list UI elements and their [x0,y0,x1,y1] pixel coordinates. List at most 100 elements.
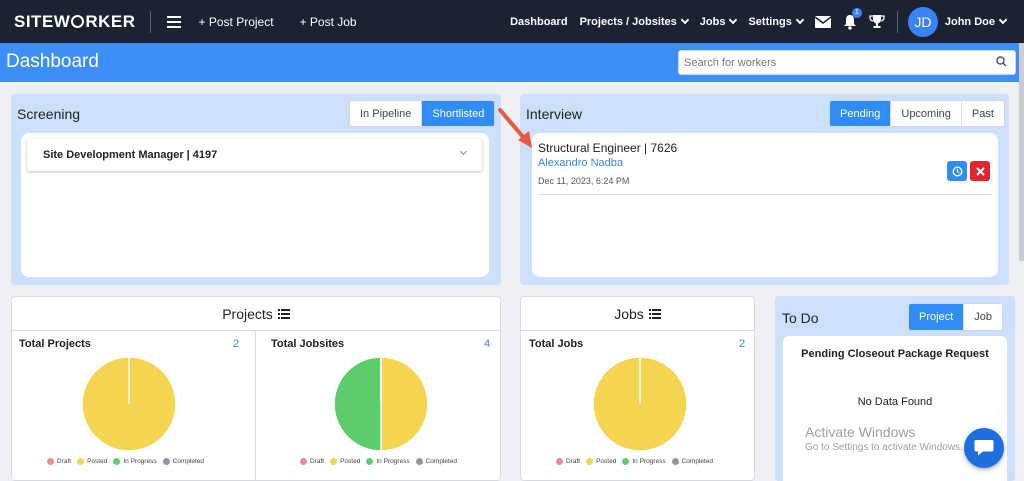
legend-label: Posted [340,458,361,465]
nav-dashboard-label: Dashboard [510,15,568,28]
screening-tabs: In Pipeline Shortlisted [349,100,496,127]
legend-item[interactable]: In Progress [366,458,410,465]
legend-label: In Progress [123,458,157,465]
nav-divider [896,10,898,33]
legend-swatch [300,458,307,465]
projects-card-header: Projects [12,297,500,331]
total-projects-pie-chart [81,356,177,452]
nav-jobs-label: Jobs [699,15,726,28]
interview-job-title: Structural Engineer | 7626 [538,141,678,155]
projects-card: Projects Total Projects 2 Total Jobsites… [11,296,501,481]
legend-item[interactable]: Completed [162,458,204,465]
nav-jobs[interactable]: Jobs [699,15,738,28]
top-navbar: SITEW RKER + Post Project + Post Job Dash… [0,0,1024,43]
post-project-link[interactable]: + Post Project [199,15,274,29]
interview-panel: Interview Pending Upcoming Past Structur… [520,94,1009,285]
legend-swatch [162,458,170,465]
projects-title: Projects [222,305,273,322]
pie-slice-in-progress[interactable] [333,356,382,452]
menu-icon[interactable] [166,15,181,28]
legend-swatch [622,458,630,465]
chart-legend: Draft Posted In Progress Completed [300,458,463,465]
post-job-link[interactable]: + Post Job [300,15,357,29]
legend-item[interactable]: Draft [47,458,71,465]
legend-item[interactable]: Draft [556,458,580,465]
legend-swatch [415,458,423,465]
card-divider [255,331,256,481]
candidate-name-link[interactable]: Alexandro Nadba [538,157,623,169]
legend-item[interactable]: In Progress [113,458,157,465]
jobs-card-header: Jobs [521,297,754,331]
chevron-down-icon [729,15,738,24]
tab-upcoming[interactable]: Upcoming [891,101,962,126]
bell-icon[interactable]: 1 [843,7,862,30]
interview-list: Structural Engineer | 7626 Alexandro Nad… [532,133,998,277]
tab-job[interactable]: Job [964,304,1002,330]
legend-label: Posted [596,458,617,465]
annotation-arrow [498,108,532,148]
legend-swatch [77,458,85,465]
tab-pending[interactable]: Pending [830,101,892,126]
legend-label: In Progress [632,458,666,465]
chart-legend: Draft Posted In Progress Completed [556,458,719,465]
chart-legend: Draft Posted In Progress Completed [47,458,210,465]
nav-projects-jobsites[interactable]: Projects / Jobsites [579,15,690,28]
legend-swatch [586,458,594,465]
screening-item[interactable]: Site Development Manager | 4197 [27,139,482,171]
scrollbar[interactable] [1019,43,1024,261]
legend-item[interactable]: Posted [586,458,616,465]
notification-badge: 1 [851,7,862,18]
search-box[interactable] [678,50,1016,75]
legend-item[interactable]: Draft [300,458,324,465]
trophy-icon[interactable] [869,14,885,29]
jobs-title: Jobs [614,305,644,322]
total-jobs-label: Total Jobs [529,338,584,350]
total-jobsites-count[interactable]: 4 [484,338,490,350]
legend-item[interactable]: Posted [330,458,360,465]
total-jobsites-pie-chart [333,356,429,452]
legend-label: Draft [566,458,581,465]
screening-panel: Screening In Pipeline Shortlisted Site D… [11,94,501,285]
legend-label: Completed [681,458,714,465]
page-header: Dashboard [0,43,1024,82]
search-input[interactable] [684,56,996,69]
screening-item-label: Site Development Manager | 4197 [43,149,218,161]
todo-section-title: Pending Closeout Package Request [801,348,989,360]
interview-date: Dec 11, 2023, 6:24 PM [538,176,630,186]
legend-item[interactable]: Completed [415,458,457,465]
pie-slice-posted[interactable] [380,356,429,452]
legend-swatch [366,458,374,465]
tab-shortlisted[interactable]: Shortlisted [422,101,495,126]
nav-projects-label: Projects / Jobsites [579,15,677,28]
screening-title: Screening [17,106,81,122]
clock-icon[interactable] [947,161,967,181]
legend-item[interactable]: Posted [77,458,107,465]
nav-divider [149,10,151,33]
close-icon[interactable] [970,161,990,181]
list-icon [648,308,661,319]
watermark-line2: Go to Settings to activate Windows. [805,442,963,453]
avatar[interactable]: JD [907,6,938,37]
chevron-down-icon [795,15,805,24]
user-name: John Doe [944,15,995,28]
tab-past[interactable]: Past [962,101,1004,126]
legend-swatch [330,458,338,465]
mail-icon[interactable] [814,15,831,28]
legend-item[interactable]: Completed [671,458,714,465]
nav-dashboard[interactable]: Dashboard [510,16,567,28]
windows-watermark: Activate Windows Go to Settings to activ… [805,424,963,453]
legend-label: Posted [87,458,108,465]
total-jobs-count[interactable]: 2 [739,338,745,350]
list-icon [277,308,290,319]
legend-label: In Progress [376,458,410,465]
tab-in-pipeline[interactable]: In Pipeline [350,101,423,126]
search-icon[interactable] [996,55,1007,70]
legend-item[interactable]: In Progress [622,458,666,465]
app-logo[interactable]: SITEW RKER [14,12,136,32]
legend-swatch [47,458,54,465]
tab-project[interactable]: Project [909,304,965,330]
chat-icon[interactable] [964,428,1004,468]
user-menu[interactable]: John Doe [944,15,1008,28]
total-projects-count[interactable]: 2 [233,338,239,350]
nav-settings[interactable]: Settings [748,15,805,28]
